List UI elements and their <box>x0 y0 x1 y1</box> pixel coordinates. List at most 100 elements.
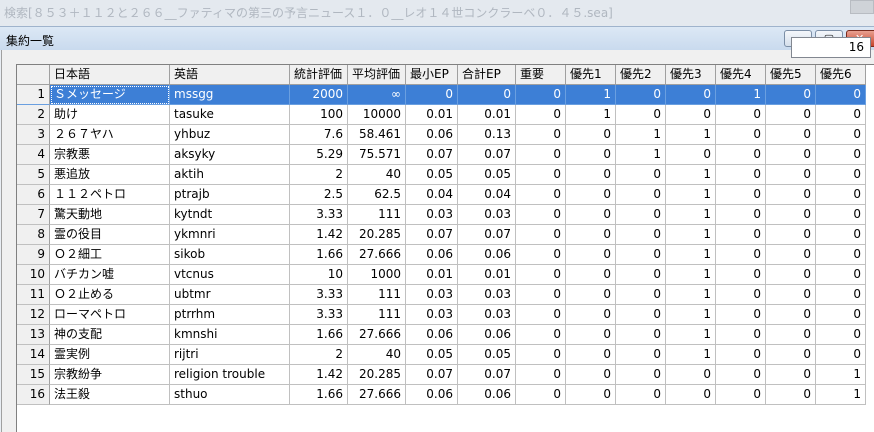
table-cell[interactable]: 1 <box>816 365 866 385</box>
table-cell[interactable]: 0.04 <box>406 185 458 205</box>
row-header[interactable]: 5 <box>17 165 50 185</box>
column-header[interactable]: 合計EP <box>458 65 516 85</box>
table-cell[interactable]: 0 <box>566 125 616 145</box>
table-cell[interactable]: 0 <box>516 265 566 285</box>
table-cell[interactable]: 1 <box>666 265 716 285</box>
table-cell[interactable]: 0 <box>816 225 866 245</box>
table-cell[interactable]: 0 <box>766 225 816 245</box>
column-header[interactable]: 統計評価 <box>290 65 348 85</box>
column-header[interactable]: 平均評価 <box>348 65 406 85</box>
table-cell[interactable]: 0 <box>666 365 716 385</box>
table-cell[interactable]: 111 <box>348 305 406 325</box>
table-cell[interactable]: 75.571 <box>348 145 406 165</box>
column-header[interactable]: 重要 <box>516 65 566 85</box>
table-cell[interactable]: 1 <box>716 85 766 105</box>
row-header[interactable]: 11 <box>17 285 50 305</box>
table-cell[interactable]: 0 <box>566 145 616 165</box>
table-cell[interactable]: 法王殺 <box>50 385 170 405</box>
table-cell[interactable]: 0 <box>516 285 566 305</box>
table-cell[interactable]: 1 <box>566 105 616 125</box>
table-cell[interactable]: 0 <box>716 345 766 365</box>
table-cell[interactable]: 0 <box>766 385 816 405</box>
table-cell[interactable]: 1.42 <box>290 225 348 245</box>
table-cell[interactable]: 0 <box>516 345 566 365</box>
table-cell[interactable]: ∞ <box>348 85 406 105</box>
table-cell[interactable]: aktih <box>170 165 290 185</box>
table-cell[interactable]: 0 <box>566 265 616 285</box>
table-cell[interactable]: 0.05 <box>458 165 516 185</box>
table-cell[interactable]: 0 <box>616 185 666 205</box>
table-cell[interactable]: 0 <box>666 145 716 165</box>
table-cell[interactable]: sthuo <box>170 385 290 405</box>
table-cell[interactable]: 0 <box>516 145 566 165</box>
window-titlebar[interactable]: 集約一覧 ▁ ▢ ✕ <box>0 26 874 50</box>
table-cell[interactable]: 0 <box>516 205 566 225</box>
table-cell[interactable]: 0 <box>816 305 866 325</box>
table-cell[interactable]: 0.04 <box>458 185 516 205</box>
table-cell[interactable]: 40 <box>348 345 406 365</box>
table-cell[interactable]: 0 <box>716 105 766 125</box>
table-cell[interactable]: 0.05 <box>458 345 516 365</box>
column-header[interactable]: 優先2 <box>616 65 666 85</box>
table-cell[interactable]: 2 <box>290 165 348 185</box>
table-cell[interactable]: 0 <box>458 85 516 105</box>
table-cell[interactable]: 1 <box>666 165 716 185</box>
table-cell[interactable]: 0.03 <box>458 305 516 325</box>
table-cell[interactable]: 0 <box>816 265 866 285</box>
table-cell[interactable]: 0.01 <box>458 265 516 285</box>
table-cell[interactable]: 1000 <box>348 265 406 285</box>
table-cell[interactable]: Ｏ２細工 <box>50 245 170 265</box>
table-cell[interactable]: 0 <box>616 345 666 365</box>
table-cell[interactable]: 宗教紛争 <box>50 365 170 385</box>
table-cell[interactable]: 0 <box>816 345 866 365</box>
table-cell[interactable]: 111 <box>348 205 406 225</box>
table-cell[interactable]: 5.29 <box>290 145 348 165</box>
table-cell[interactable]: 0 <box>516 165 566 185</box>
table-cell[interactable]: 3.33 <box>290 285 348 305</box>
table-cell[interactable]: 1 <box>666 185 716 205</box>
table-cell[interactable]: Ｏ２止める <box>50 285 170 305</box>
table-cell[interactable]: 1 <box>666 225 716 245</box>
column-header[interactable]: 優先4 <box>716 65 766 85</box>
table-cell[interactable]: 0 <box>766 325 816 345</box>
table-cell[interactable]: 0.03 <box>406 285 458 305</box>
table-cell[interactable]: ローマペトロ <box>50 305 170 325</box>
table-cell[interactable]: 霊の役目 <box>50 225 170 245</box>
table-cell[interactable]: 0 <box>616 265 666 285</box>
table-cell[interactable]: 0 <box>666 385 716 405</box>
table-cell[interactable]: 0.06 <box>458 325 516 345</box>
table-cell[interactable]: 0 <box>566 185 616 205</box>
table-cell[interactable]: 1 <box>616 125 666 145</box>
table-cell[interactable]: 0 <box>816 165 866 185</box>
table-cell[interactable]: 0.05 <box>406 165 458 185</box>
table-cell[interactable]: 0 <box>766 265 816 285</box>
table-cell[interactable]: 3.33 <box>290 305 348 325</box>
table-cell[interactable]: 0 <box>566 345 616 365</box>
table-cell[interactable]: 58.461 <box>348 125 406 145</box>
table-cell[interactable]: 0 <box>566 205 616 225</box>
table-cell[interactable]: 0 <box>716 305 766 325</box>
table-cell[interactable]: 0 <box>816 205 866 225</box>
row-header[interactable]: 12 <box>17 305 50 325</box>
table-cell[interactable]: 0 <box>616 305 666 325</box>
table-cell[interactable]: 0 <box>766 365 816 385</box>
table-cell[interactable]: ubtmr <box>170 285 290 305</box>
table-cell[interactable]: 0 <box>716 265 766 285</box>
table-cell[interactable]: １１２ペトロ <box>50 185 170 205</box>
table-cell[interactable]: 0.07 <box>406 225 458 245</box>
table-cell[interactable]: 神の支配 <box>50 325 170 345</box>
table-cell[interactable]: 0 <box>766 185 816 205</box>
table-cell[interactable]: バチカン嘘 <box>50 265 170 285</box>
table-cell[interactable]: 27.666 <box>348 245 406 265</box>
table-cell[interactable]: 1.66 <box>290 245 348 265</box>
header-corner[interactable] <box>17 65 50 85</box>
table-cell[interactable]: 0 <box>566 305 616 325</box>
table-cell[interactable]: 0.07 <box>406 145 458 165</box>
table-cell[interactable]: 0 <box>516 365 566 385</box>
table-cell[interactable]: ２６７ヤハ <box>50 125 170 145</box>
table-cell[interactable]: religion trouble <box>170 365 290 385</box>
table-cell[interactable]: 0 <box>566 365 616 385</box>
column-header[interactable]: 優先1 <box>566 65 616 85</box>
column-header[interactable]: 英語 <box>170 65 290 85</box>
row-header[interactable]: 2 <box>17 105 50 125</box>
